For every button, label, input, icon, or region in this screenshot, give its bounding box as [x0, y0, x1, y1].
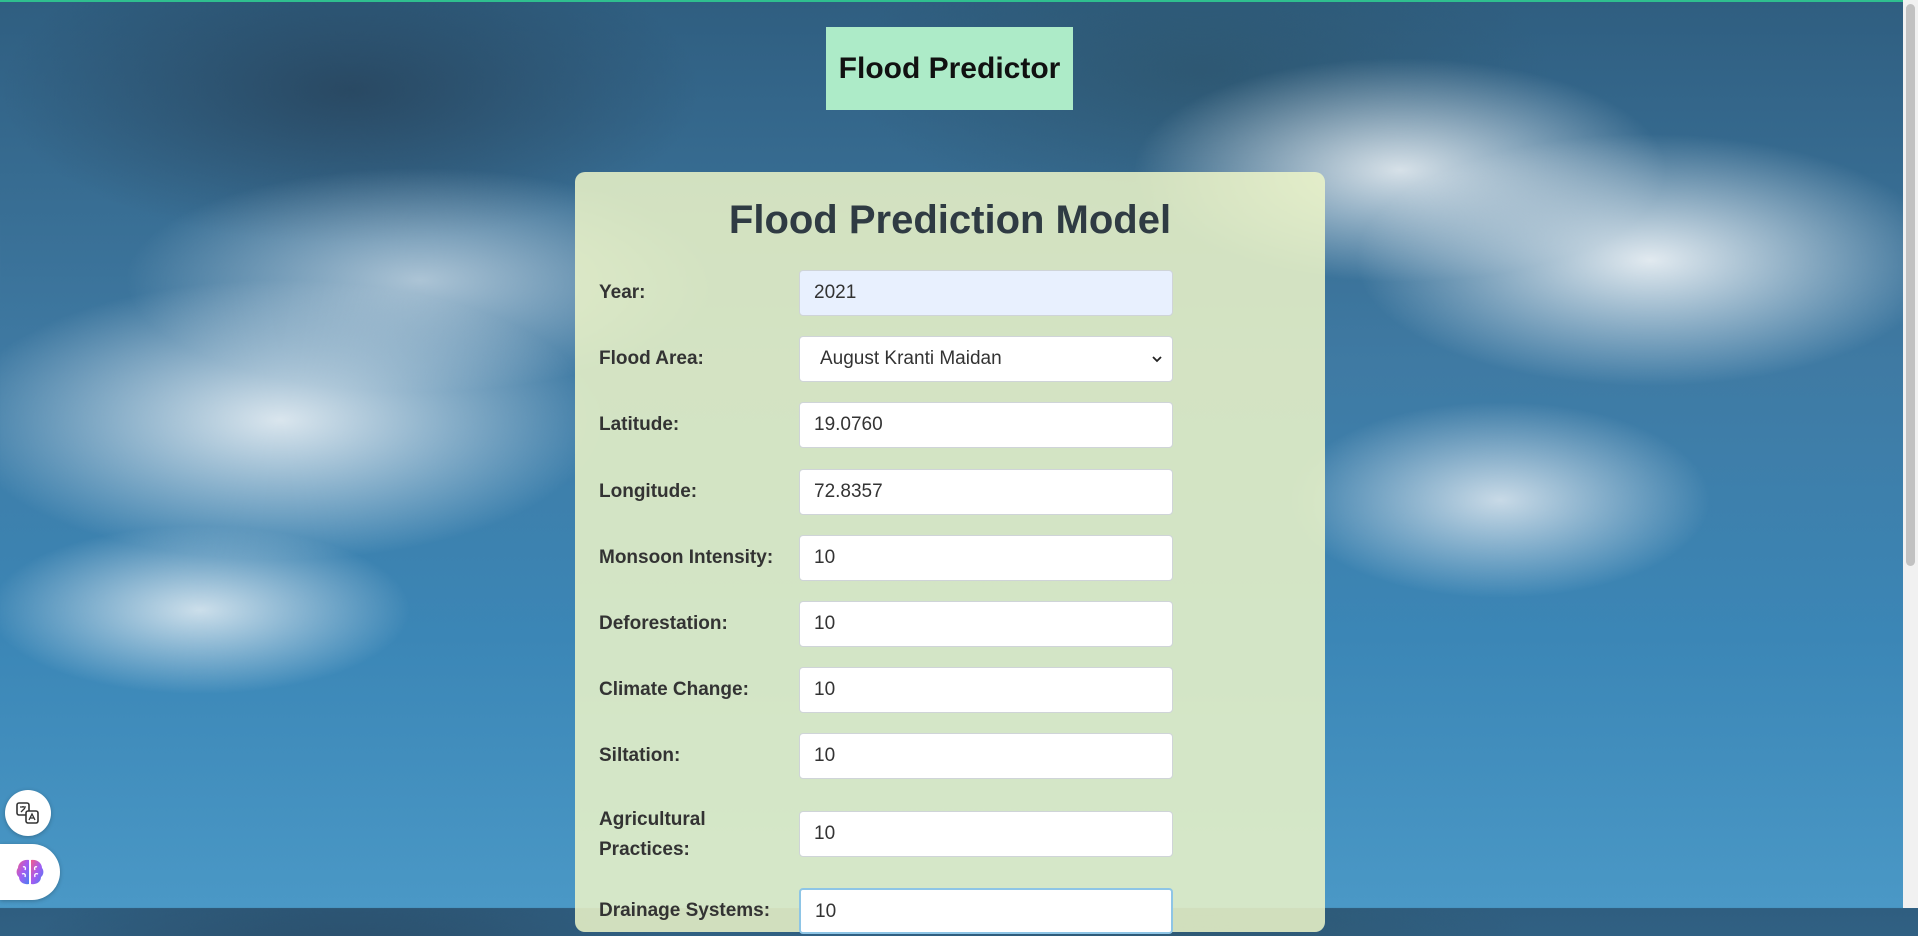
latitude-row: Latitude: 19.0760: [599, 402, 1179, 450]
agricultural-practices-label: Agricultural Practices:: [599, 809, 706, 860]
deforestation-input[interactable]: 10: [799, 601, 1173, 647]
deforestation-label: Deforestation:: [599, 613, 728, 634]
flood-area-row: Flood Area: August Kranti Maidan: [599, 336, 1179, 384]
flood-area-label: Flood Area:: [599, 348, 704, 369]
top-accent-line: [0, 0, 1918, 2]
site-header: Flood Predictor: [826, 27, 1073, 110]
siltation-label: Siltation:: [599, 745, 681, 766]
climate-change-label: Climate Change:: [599, 679, 749, 700]
chevron-down-icon: [1152, 356, 1162, 363]
monsoon-intensity-input[interactable]: 10: [799, 535, 1173, 581]
climate-change-row: Climate Change: 10: [599, 667, 1179, 715]
year-row: Year: 2021: [599, 270, 1179, 318]
translate-extension-button[interactable]: [5, 790, 51, 836]
drainage-systems-input[interactable]: 10: [799, 888, 1173, 934]
site-title: Flood Predictor: [838, 51, 1061, 85]
year-input[interactable]: 2021: [799, 270, 1173, 316]
prediction-form: Flood Prediction Model Year: 2021 Flood …: [575, 172, 1325, 934]
deforestation-row: Deforestation: 10: [599, 601, 1179, 649]
brain-icon: [16, 859, 44, 885]
flood-area-select[interactable]: August Kranti Maidan: [799, 336, 1173, 382]
drainage-systems-label: Drainage Systems:: [599, 900, 771, 921]
scrollbar-thumb[interactable]: [1906, 4, 1915, 566]
longitude-row: Longitude: 72.8357: [599, 469, 1179, 517]
agricultural-practices-row: Agricultural Practices: 10: [599, 809, 1179, 860]
drainage-systems-row: Drainage Systems: 10: [599, 888, 1179, 936]
longitude-label: Longitude:: [599, 481, 698, 502]
monsoon-intensity-row: Monsoon Intensity: 10: [599, 535, 1179, 583]
monsoon-intensity-label: Monsoon Intensity:: [599, 547, 774, 568]
latitude-input[interactable]: 19.0760: [799, 402, 1173, 448]
year-label: Year:: [599, 282, 646, 303]
form-title: Flood Prediction Model: [728, 198, 1172, 242]
climate-change-input[interactable]: 10: [799, 667, 1173, 713]
flood-area-selected: August Kranti Maidan: [820, 348, 1002, 369]
translate-icon: [16, 802, 39, 824]
page-scrollbar[interactable]: [1903, 0, 1918, 908]
agricultural-practices-input[interactable]: 10: [799, 811, 1173, 857]
longitude-input[interactable]: 72.8357: [799, 469, 1173, 515]
siltation-input[interactable]: 10: [799, 733, 1173, 779]
latitude-label: Latitude:: [599, 414, 680, 435]
ai-assistant-extension-button[interactable]: [0, 844, 60, 900]
siltation-row: Siltation: 10: [599, 733, 1179, 781]
